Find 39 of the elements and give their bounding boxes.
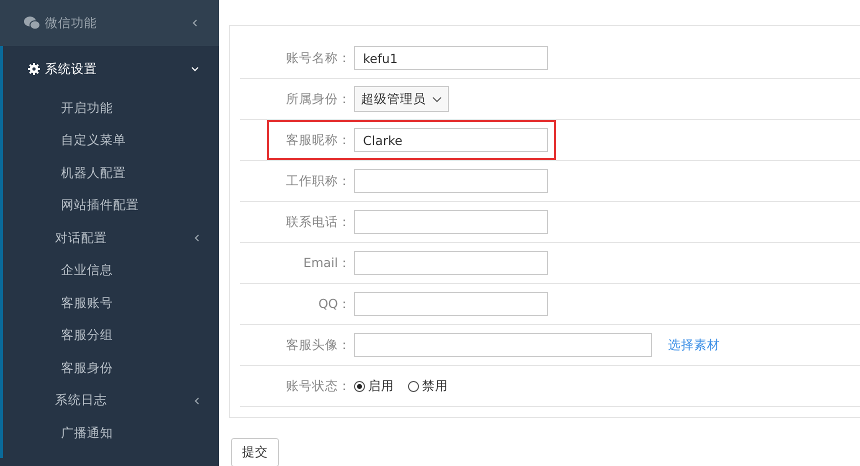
text-field[interactable] (354, 169, 548, 193)
field-label: 联系电话： (285, 214, 352, 230)
field-label: 工作职称： (285, 172, 352, 190)
text-field[interactable]: kefu1 (354, 46, 548, 70)
field-label: 账号状态： (285, 378, 352, 394)
field-label: 账号名称： (285, 50, 352, 66)
text-field[interactable] (354, 292, 548, 316)
field-label: 客服头像： (285, 336, 352, 354)
sidebar-item[interactable]: 客服账号 (3, 287, 219, 320)
radio-option[interactable]: 启用 (354, 378, 394, 394)
sidebar-item[interactable]: 广播通知 (3, 417, 219, 450)
field-label: Email： (302, 254, 352, 272)
text-field[interactable]: Clarke (354, 128, 548, 152)
sidebar-item[interactable]: 微信功能 (0, 0, 219, 46)
text-field[interactable] (354, 333, 652, 357)
gear-icon (28, 63, 40, 75)
sidebar-item[interactable]: 客服分组 (3, 320, 219, 352)
field-label: 所属身份： (285, 90, 352, 108)
sidebar-item[interactable]: 企业信息 (3, 254, 219, 287)
chevron-left-icon (193, 234, 201, 242)
chevron-left-icon (193, 396, 201, 405)
chevron-down-icon (432, 96, 442, 102)
text-field[interactable] (354, 251, 548, 275)
field-label: 客服昵称： (285, 132, 352, 148)
field-label: QQ： (317, 296, 352, 312)
sidebar-item[interactable]: 客服身份 (3, 352, 219, 384)
chevron-down-icon (191, 65, 199, 73)
role-select[interactable]: 超级管理员 (354, 86, 449, 112)
sidebar-group[interactable]: 对话配置 (3, 222, 219, 254)
submit-button[interactable]: 提交 (231, 438, 279, 466)
sidebar-item[interactable]: 开启功能 (3, 92, 219, 124)
chevron-left-icon (191, 19, 199, 27)
chat-bubbles-icon (24, 16, 40, 30)
sidebar-group[interactable]: 系统日志 (3, 384, 219, 417)
radio-option[interactable]: 禁用 (408, 378, 448, 394)
text-field[interactable] (354, 210, 548, 234)
sidebar-item[interactable]: 自定义菜单 (3, 124, 219, 157)
sidebar-item[interactable]: 网站插件配置 (3, 190, 219, 222)
sidebar-item[interactable]: 机器人配置 (3, 157, 219, 190)
